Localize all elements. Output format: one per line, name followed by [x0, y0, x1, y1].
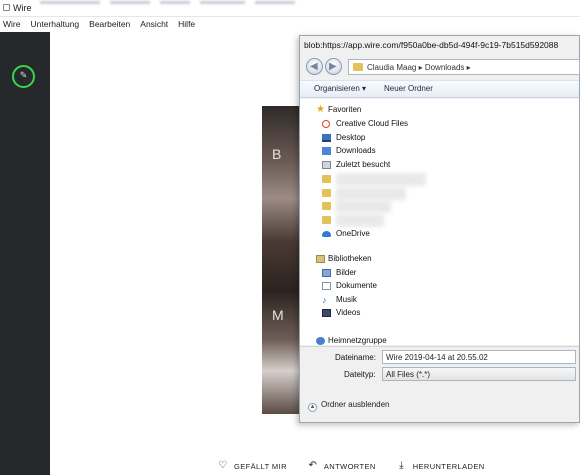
- videos-icon: [322, 309, 331, 317]
- filename-input[interactable]: Wire 2019-04-14 at 20.55.02: [382, 350, 576, 364]
- folder-icon: [353, 63, 363, 71]
- hide-folders-label: Ordner ausblenden: [321, 400, 390, 409]
- nav-item-downloads[interactable]: Downloads: [300, 145, 579, 158]
- homegroup-header[interactable]: Heimnetzgruppe: [300, 335, 579, 345]
- filename-label: Dateiname:: [335, 353, 376, 362]
- like-button[interactable]: ♡ GEFÄLLT MIR: [217, 461, 287, 471]
- redacted-label: [336, 187, 406, 200]
- menu-edit[interactable]: Bearbeiten: [84, 17, 135, 32]
- nav-item-label: Bilder: [336, 268, 357, 277]
- nav-item-label: Musik: [336, 295, 357, 304]
- nav-item-recent[interactable]: Zuletzt besucht: [300, 159, 579, 172]
- window-title: Wire: [13, 3, 32, 13]
- app-icon: [3, 4, 10, 11]
- blurred-tab: [110, 1, 150, 4]
- nav-item-redacted[interactable]: [300, 200, 579, 213]
- dialog-toolbar: Organisieren ▾ Neuer Ordner: [300, 80, 579, 98]
- conversation-sidebar: [0, 32, 50, 475]
- menu-view[interactable]: Ansicht: [135, 17, 173, 32]
- blurred-tab: [200, 1, 245, 4]
- redacted-label: [336, 200, 391, 213]
- homegroup-icon: [316, 337, 325, 345]
- message-actions: ♡ GEFÄLLT MIR ↶ ANTWORTEN ⤓ HERUNTERLADE…: [217, 459, 505, 473]
- arrow-right-icon: ▶: [329, 61, 337, 72]
- address-bar[interactable]: Claudia Maag ▸ Downloads ▸: [348, 59, 580, 75]
- navigation-pane: ★ Favoriten Creative Cloud Files Desktop…: [300, 99, 579, 345]
- libraries-header[interactable]: Bibliotheken: [300, 253, 579, 266]
- nav-item-pictures[interactable]: Bilder: [300, 267, 579, 280]
- image-text: B: [272, 146, 283, 162]
- self-avatar[interactable]: ✎: [12, 65, 35, 88]
- hide-folders-button[interactable]: ▲ Ordner ausblenden: [308, 400, 390, 412]
- redacted-label: [336, 173, 426, 186]
- blurred-tab: [255, 1, 295, 4]
- chevron-up-icon: ▲: [308, 403, 317, 412]
- nav-item-label: Dokumente: [336, 281, 377, 290]
- arrow-left-icon: ◀: [310, 61, 318, 72]
- nav-item-label: Videos: [336, 308, 361, 317]
- folder-icon: [322, 189, 331, 197]
- download-button[interactable]: ⤓ HERUNTERLADEN: [396, 461, 485, 471]
- window-titlebar: Wire: [0, 0, 580, 17]
- folder-icon: [322, 202, 331, 210]
- folder-icon: [322, 216, 331, 224]
- favorites-label: Favoriten: [328, 105, 362, 114]
- nav-item-label: Downloads: [336, 146, 376, 155]
- forward-button[interactable]: ▶: [325, 58, 342, 75]
- menu-conversation[interactable]: Unterhaltung: [25, 17, 84, 32]
- download-label: HERUNTERLADEN: [412, 461, 485, 471]
- homegroup-label: Heimnetzgruppe: [328, 336, 387, 345]
- documents-icon: [322, 282, 331, 290]
- dialog-title: blob:https://app.wire.com/f950a0be-db5d-…: [304, 40, 559, 50]
- reply-icon: ↶: [308, 460, 318, 471]
- nav-item-documents[interactable]: Dokumente: [300, 280, 579, 293]
- onedrive-icon: [322, 231, 331, 237]
- menu-bar: Wire Unterhaltung Bearbeiten Ansicht Hil…: [0, 17, 580, 32]
- desktop-icon: [322, 134, 331, 142]
- filetype-label: Dateityp:: [344, 370, 376, 379]
- menu-wire[interactable]: Wire: [0, 17, 25, 32]
- recent-places-icon: [322, 161, 331, 169]
- organize-button[interactable]: Organisieren ▾: [314, 84, 366, 93]
- pictures-icon: [322, 269, 331, 277]
- nav-item-label: Creative Cloud Files: [336, 119, 409, 128]
- nav-item-label: OneDrive: [336, 229, 370, 238]
- menu-help[interactable]: Hilfe: [173, 17, 200, 32]
- new-folder-button[interactable]: Neuer Ordner: [384, 84, 433, 93]
- nav-item-music[interactable]: ♪ Musik: [300, 294, 579, 307]
- libraries-label: Bibliotheken: [328, 254, 372, 263]
- nav-item-label: Zuletzt besucht: [336, 160, 391, 169]
- image-text: M: [272, 307, 285, 323]
- breadcrumb: Claudia Maag ▸ Downloads ▸: [367, 63, 471, 72]
- star-icon: ★: [316, 104, 325, 115]
- save-file-dialog: blob:https://app.wire.com/f950a0be-db5d-…: [299, 35, 580, 423]
- nav-item-redacted[interactable]: [300, 214, 579, 227]
- filetype-select[interactable]: All Files (*.*): [382, 367, 576, 381]
- nav-item-redacted[interactable]: [300, 187, 579, 200]
- address-row: ◀ ▶ Claudia Maag ▸ Downloads ▸: [304, 58, 580, 78]
- dialog-bottom-panel: Dateiname: Wire 2019-04-14 at 20.55.02 D…: [300, 346, 579, 422]
- nav-item-videos[interactable]: Videos: [300, 307, 579, 320]
- creative-cloud-icon: [322, 120, 330, 128]
- nav-item-onedrive[interactable]: OneDrive: [300, 228, 579, 241]
- music-icon: ♪: [322, 295, 327, 305]
- back-button[interactable]: ◀: [306, 58, 323, 75]
- nav-item-redacted[interactable]: [300, 173, 579, 186]
- heart-icon: ♡: [218, 460, 228, 471]
- nav-item-creative-cloud[interactable]: Creative Cloud Files: [300, 118, 579, 131]
- favorites-header[interactable]: ★ Favoriten: [300, 104, 579, 117]
- person-icon: ✎: [19, 70, 28, 80]
- folder-icon: [322, 175, 331, 183]
- downloads-icon: [322, 147, 331, 155]
- like-label: GEFÄLLT MIR: [234, 461, 287, 471]
- download-icon: ⤓: [399, 460, 405, 471]
- libraries-icon: [316, 255, 325, 263]
- reply-button[interactable]: ↶ ANTWORTEN: [307, 461, 376, 471]
- reply-label: ANTWORTEN: [323, 461, 376, 471]
- redacted-label: [336, 214, 384, 227]
- blurred-tab: [160, 1, 190, 4]
- blurred-tab: [40, 1, 100, 4]
- nav-item-desktop[interactable]: Desktop: [300, 132, 579, 145]
- nav-item-label: Desktop: [336, 133, 366, 142]
